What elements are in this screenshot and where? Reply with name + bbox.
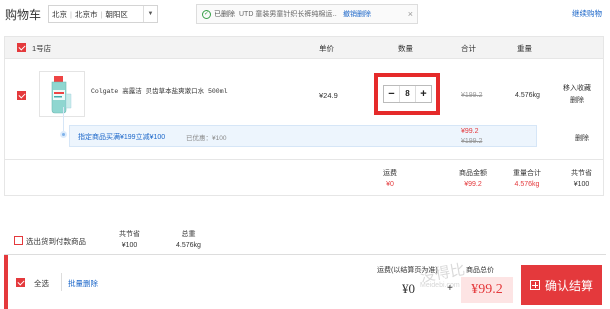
column-subtotal: 合计 [461,44,476,53]
footer-total-value: ¥99.2 [461,277,513,303]
cod-selection: 选出货到付款商品 共节省 ¥100 总重 4.576kg [4,227,254,253]
cod-label[interactable]: 选出货到付款商品 [26,236,86,247]
checkout-footer: 全选 批量删除 运费(以结算页为准) ¥0 + 商品总价 ¥99.2 确认结算 [4,254,606,309]
promo-delete-link[interactable]: 删除 [575,133,589,143]
page-title: 购物车 [5,8,42,22]
summary-save-label: 共节省 [571,170,592,177]
product-price: ¥24.9 [319,91,338,100]
cod-checkbox[interactable] [14,236,23,245]
bulk-delete-link[interactable]: 批量删除 [68,278,98,289]
shop-summary: 运费 ¥0 商品金额 ¥99.2 重量合计 4.576kg 共节省 ¥100 [5,159,603,196]
promo-saved: 已优惠：¥100 [186,135,227,142]
checkout-label: 确认结算 [544,278,593,293]
notice-status: 已删除 [214,11,235,18]
product-actions: 移入收藏 删除 [563,83,591,107]
cod-weight-value: 4.576kg [176,242,201,249]
shop-name: 1号店 [32,44,52,53]
increase-button[interactable]: + [416,86,431,102]
continue-shopping-link[interactable]: 继续购物 [572,8,602,19]
summary-weight: 重量合计 4.576kg [513,168,541,190]
close-icon[interactable]: × [408,9,413,19]
promo-total-value: ¥99.2 [461,128,479,135]
delete-product-link[interactable]: 删除 [563,95,591,107]
cod-save: 共节省 ¥100 [119,229,140,251]
cod-save-label: 共节省 [119,231,140,238]
column-price: 单价 [319,44,334,53]
summary-amount-label: 商品金额 [459,170,487,177]
column-weight: 重量 [517,44,532,53]
plus-box-icon [529,280,540,290]
summary-shipping-value: ¥0 [386,181,394,188]
shop-header: 1号店 单价 数量 合计 重量 [5,37,603,59]
product-subtotal: ¥199.2 [461,92,483,99]
move-to-favorites-link[interactable]: 移入收藏 [563,83,591,95]
summary-shipping-label: 运费 [383,170,397,177]
footer-divider [61,273,62,291]
select-all-label[interactable]: 全选 [34,278,49,289]
select-all-checkbox[interactable] [16,278,25,287]
decrease-button[interactable]: − [384,86,399,102]
undo-delete-link[interactable]: 撤销删除 [343,9,371,19]
promo-text[interactable]: 指定商品买满¥199立减¥100 [78,132,165,142]
region-province: 北京 [52,9,67,19]
column-qty: 数量 [398,44,413,53]
summary-shipping: 运费 ¥0 [383,168,397,190]
summary-weight-label: 重量合计 [513,170,541,177]
chevron-down-icon[interactable]: ▼ [143,6,157,22]
checkout-button[interactable]: 确认结算 [521,265,602,305]
cod-weight-label: 总重 [181,231,196,238]
top-bar: 购物车 北京 | 北京市 | 朝阳区 ▼ ✓ 已删除 UTD 童装男童针织长裤纯… [0,0,610,30]
notice-item-name: UTD 童装男童针织长裤纯棉运... [239,11,337,18]
promo-total-original: ¥199.2 [461,138,483,145]
footer-accent-bar [4,255,8,309]
summary-save-value: ¥100 [573,181,590,188]
mouthwash-bottle-icon [51,76,72,114]
footer-shipping-value: ¥0 [402,281,415,296]
quantity-stepper[interactable]: − 8 + [383,85,432,103]
watermark-url: Meidebi.com [420,282,460,289]
product-name[interactable]: Colgate 高露洁 贝齿草本盐爽漱口水 500ml [91,85,228,95]
shop-checkbox[interactable] [17,43,26,52]
region-city: 北京市 [74,9,98,19]
delete-notice: ✓ 已删除 UTD 童装男童针织长裤纯棉运... 撤销删除 × [196,4,418,24]
footer-total-label: 商品总价 [466,267,494,274]
cod-save-value: ¥100 [121,242,138,249]
promo-total: ¥99.2 ¥199.2 [461,127,482,147]
summary-amount-value: ¥99.2 [464,181,482,188]
check-circle-icon: ✓ [202,9,211,19]
cod-weight: 总重 4.576kg [176,229,201,251]
product-weight: 4.576kg [515,92,540,99]
promo-connector [63,107,64,131]
quantity-value[interactable]: 8 [399,86,416,102]
region-district: 朝阳区 [105,9,128,19]
shop-section: 1号店 单价 数量 合计 重量 Colgate 高露洁 贝齿草本盐爽漱口水 50… [4,36,604,196]
region-selector[interactable]: 北京 | 北京市 | 朝阳区 ▼ [48,5,158,23]
summary-save: 共节省 ¥100 [571,168,592,190]
summary-amount: 商品金额 ¥99.2 [459,168,487,190]
product-image[interactable] [39,71,85,117]
summary-weight-value: 4.576kg [514,181,540,188]
product-checkbox[interactable] [17,91,26,100]
promo-dot-icon [60,131,67,138]
